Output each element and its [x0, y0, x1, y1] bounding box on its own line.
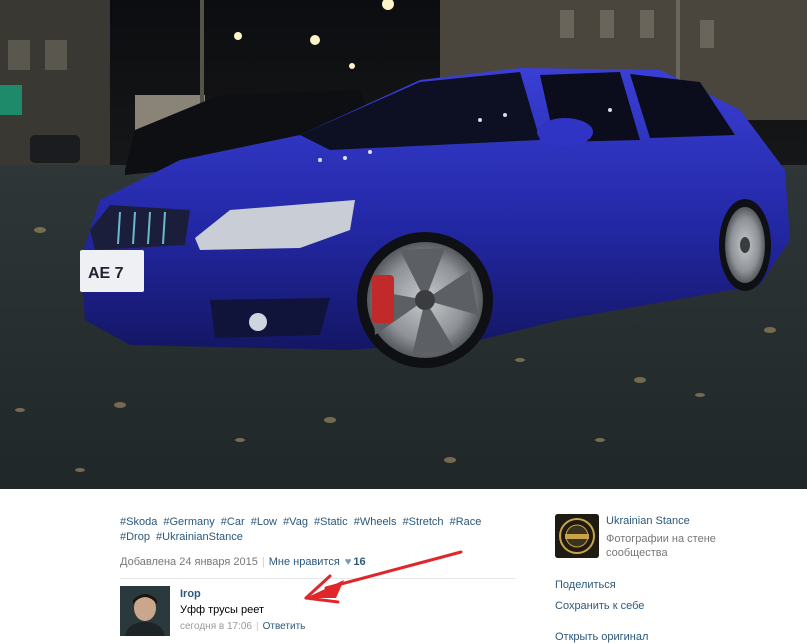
- hashtag-link[interactable]: #Low: [251, 516, 277, 528]
- hashtag-link[interactable]: #Stretch: [403, 516, 444, 528]
- post-hashtags: #Skoda #Germany #Car #Low #Vag #Static #…: [120, 515, 520, 545]
- hashtag-link[interactable]: #Static: [314, 516, 348, 528]
- hashtag-link[interactable]: #Vag: [283, 516, 308, 528]
- save-link[interactable]: Сохранить к себе: [555, 600, 644, 612]
- meta-separator: |: [256, 621, 259, 632]
- group-avatar[interactable]: [555, 514, 599, 558]
- comment-time: сегодня в 17:06 | Ответить: [180, 621, 305, 632]
- hashtag-link[interactable]: #UkrainianStance: [156, 531, 243, 543]
- share-link[interactable]: Поделиться: [555, 579, 616, 591]
- post-photo[interactable]: AE 7: [0, 0, 807, 489]
- hashtag-link[interactable]: #Wheels: [354, 516, 397, 528]
- post-date: Добавлена 24 января 2015: [120, 556, 258, 568]
- hashtag-link[interactable]: #Skoda: [120, 516, 157, 528]
- avatar[interactable]: [120, 586, 170, 636]
- open-original-link[interactable]: Открыть оригинал: [555, 631, 648, 643]
- svg-text:AE 7: AE 7: [88, 265, 124, 282]
- group-subtitle: Фотографии на стене сообщества: [606, 533, 716, 559]
- meta-separator: |: [261, 556, 265, 568]
- group-name[interactable]: Ukrainian Stance: [606, 515, 690, 527]
- reply-button[interactable]: Ответить: [263, 621, 306, 632]
- hashtag-link[interactable]: #Germany: [163, 516, 214, 528]
- comment-author[interactable]: Irop: [180, 588, 201, 600]
- hashtag-link[interactable]: #Drop: [120, 531, 150, 543]
- comment-text: Уфф трусы реет: [180, 604, 265, 616]
- annotation-arrow-icon: [304, 550, 463, 604]
- hashtag-link[interactable]: #Race: [450, 516, 482, 528]
- comment-timestamp[interactable]: сегодня в 17:06: [180, 621, 252, 632]
- hashtag-link[interactable]: #Car: [221, 516, 245, 528]
